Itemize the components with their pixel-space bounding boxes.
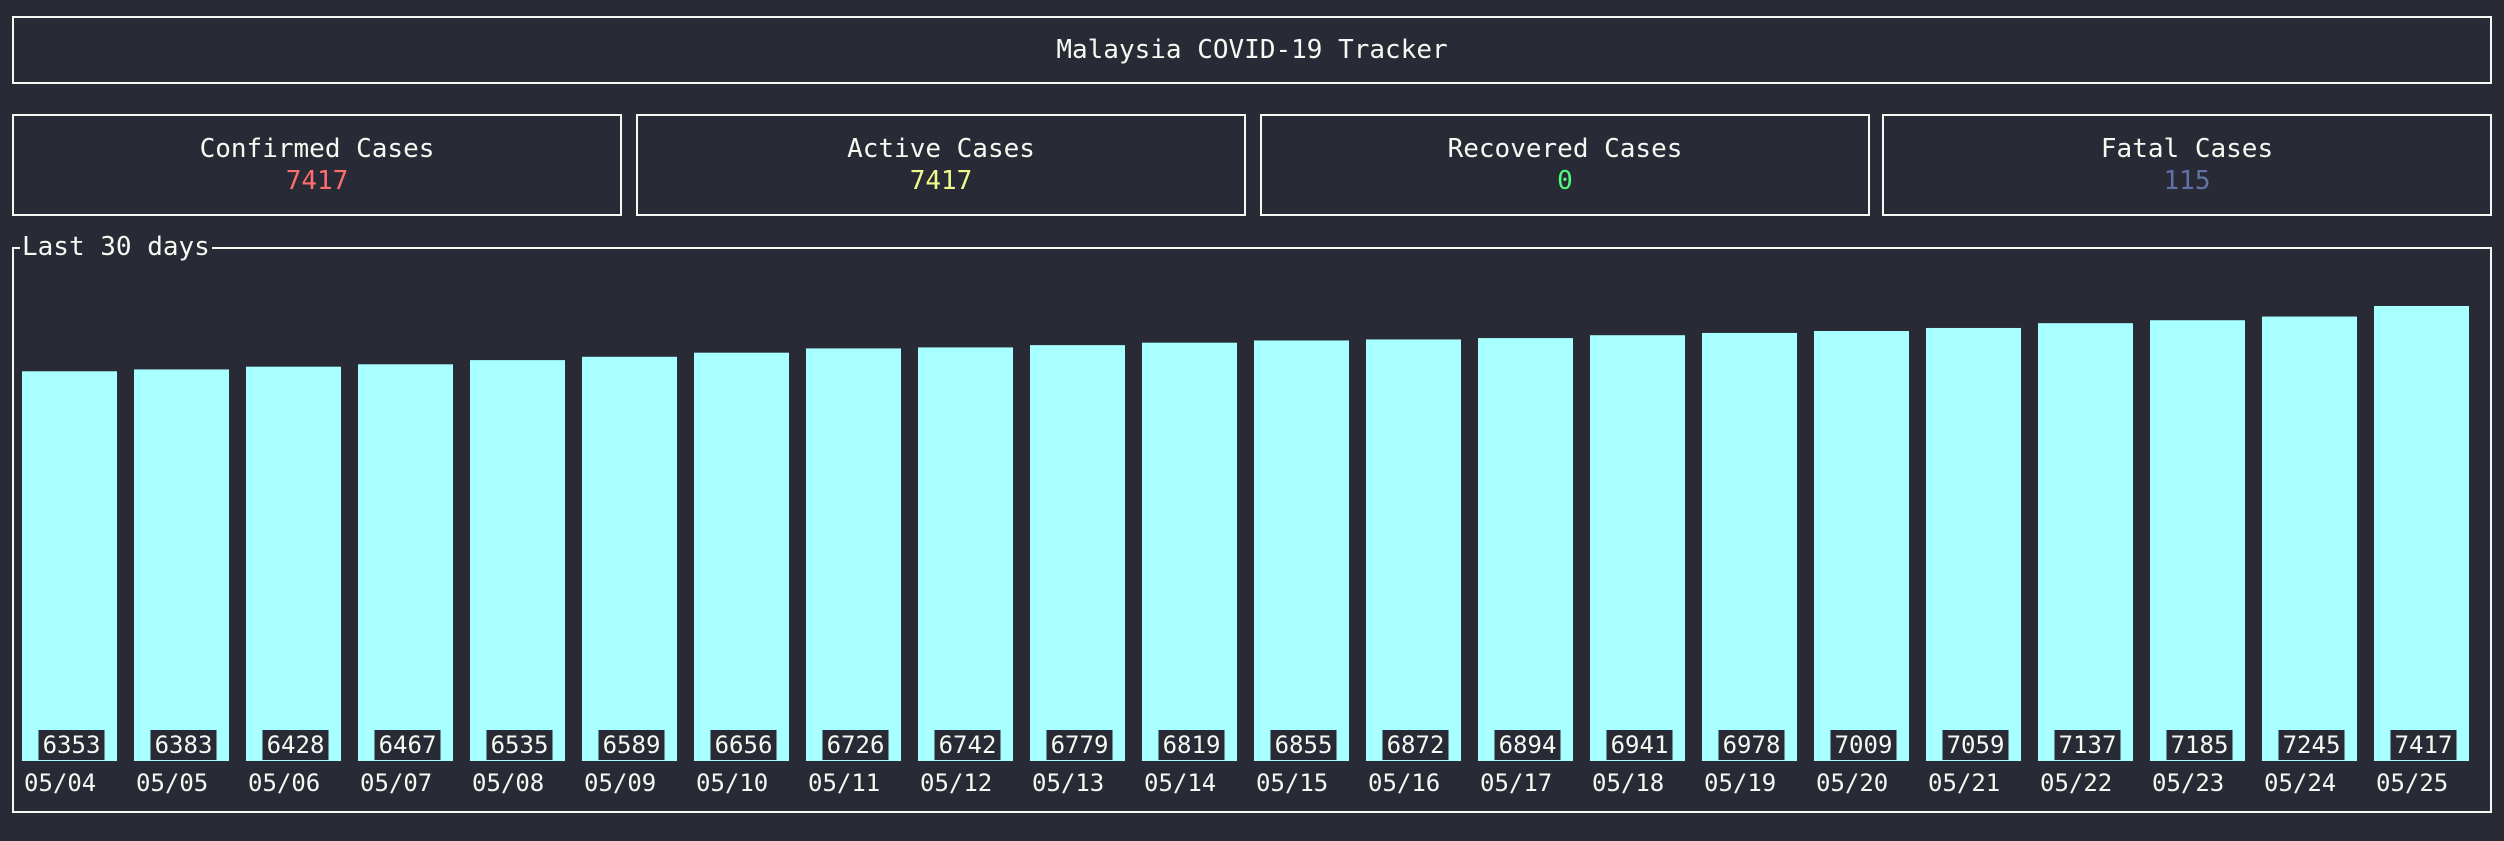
x-tick-label: 05/11 (808, 769, 880, 797)
active-cases-label: Active Cases (847, 134, 1035, 164)
x-tick-label: 05/16 (1368, 769, 1440, 797)
x-tick-label: 05/13 (1032, 769, 1104, 797)
bar-05/22 (2038, 323, 2133, 761)
bar-value-label: 6941 (1611, 731, 1669, 759)
fatal-cases-label: Fatal Cases (2100, 134, 2274, 164)
bar-value-label: 6726 (827, 731, 885, 759)
fatal-cases-value: 115 (2163, 166, 2211, 196)
x-tick-label: 05/07 (360, 769, 432, 797)
bar-05/20 (1814, 331, 1909, 761)
bar-05/18 (1590, 335, 1685, 761)
bar-05/19 (1702, 332, 1797, 761)
bar-value-label: 6383 (155, 731, 213, 759)
bar-value-label: 6779 (1051, 731, 1109, 759)
x-tick-label: 05/06 (248, 769, 320, 797)
app-title: Malaysia COVID-19 Tracker (1056, 35, 1448, 65)
bar-value-label: 7137 (2059, 731, 2117, 759)
header-box: Malaysia COVID-19 Tracker (12, 16, 2492, 84)
bar-05/10 (694, 352, 789, 761)
chart-panel: Last 30 days 6353 05/04 6383 05/05 6428 05/06… (12, 231, 2492, 813)
bar-value-label: 6589 (603, 731, 661, 759)
bar-05/14 (1142, 342, 1237, 761)
x-tick-label: 05/15 (1256, 769, 1328, 797)
confirmed-cases-label: Confirmed Cases (199, 134, 435, 164)
bar-value-label: 6894 (1499, 731, 1557, 759)
recovered-cases-card: Recovered Cases 0 (1260, 114, 1870, 216)
x-tick-label: 05/05 (136, 769, 208, 797)
active-cases-card: Active Cases 7417 (636, 114, 1246, 216)
recovered-cases-label: Recovered Cases (1447, 134, 1683, 164)
bar-05/13 (1030, 345, 1125, 761)
recovered-cases-value: 0 (1557, 166, 1573, 196)
bar-05/08 (470, 360, 565, 761)
bar-value-label: 6467 (379, 731, 437, 759)
bar-value-label: 7009 (1835, 731, 1893, 759)
fatal-cases-card: Fatal Cases 115 (1882, 114, 2492, 216)
bar-05/04 (22, 371, 117, 761)
bar-value-label: 6742 (939, 731, 997, 759)
bar-value-label: 6428 (267, 731, 325, 759)
bar-value-label: 7185 (2171, 731, 2229, 759)
bar-05/09 (582, 356, 677, 761)
x-tick-label: 05/18 (1592, 769, 1664, 797)
bar-chart: 6353 05/04 6383 05/05 6428 05/06 6467 05/07 6535… (22, 306, 2469, 797)
bar-05/15 (1254, 340, 1349, 761)
x-tick-label: 05/19 (1704, 769, 1776, 797)
bar-05/16 (1366, 339, 1461, 761)
x-tick-label: 05/22 (2040, 769, 2112, 797)
bar-05/05 (134, 369, 229, 761)
bar-value-label: 6353 (43, 731, 101, 759)
bar-value-label: 6978 (1723, 731, 1781, 759)
bar-value-label: 6855 (1275, 731, 1333, 759)
bar-05/11 (806, 348, 901, 761)
bar-value-label: 6819 (1163, 731, 1221, 759)
bar-value-label: 6656 (715, 731, 773, 759)
bar-value-label: 7417 (2395, 731, 2453, 759)
bar-05/17 (1478, 338, 1573, 761)
x-tick-label: 05/17 (1480, 769, 1552, 797)
confirmed-cases-card: Confirmed Cases 7417 (12, 114, 622, 216)
x-tick-label: 05/14 (1144, 769, 1216, 797)
x-tick-label: 05/10 (696, 769, 768, 797)
bar-value-label: 6535 (491, 731, 549, 759)
x-tick-label: 05/24 (2264, 769, 2336, 797)
bar-value-label: 7059 (1947, 731, 2005, 759)
bar-05/24 (2262, 316, 2357, 761)
x-tick-label: 05/23 (2152, 769, 2224, 797)
x-tick-label: 05/20 (1816, 769, 1888, 797)
bar-05/07 (358, 364, 453, 761)
bar-value-label: 7245 (2283, 731, 2341, 759)
x-tick-label: 05/09 (584, 769, 656, 797)
x-tick-label: 05/12 (920, 769, 992, 797)
confirmed-cases-value: 7417 (285, 166, 349, 196)
bar-value-label: 6872 (1387, 731, 1445, 759)
bar-05/21 (1926, 327, 2021, 761)
bar-05/12 (918, 347, 1013, 761)
x-tick-label: 05/25 (2376, 769, 2448, 797)
bar-05/23 (2150, 320, 2245, 761)
x-tick-label: 05/08 (472, 769, 544, 797)
x-tick-label: 05/21 (1928, 769, 2000, 797)
bar-05/25 (2374, 306, 2469, 761)
x-tick-label: 05/04 (24, 769, 96, 797)
bar-05/06 (246, 366, 341, 761)
active-cases-value: 7417 (909, 166, 973, 196)
